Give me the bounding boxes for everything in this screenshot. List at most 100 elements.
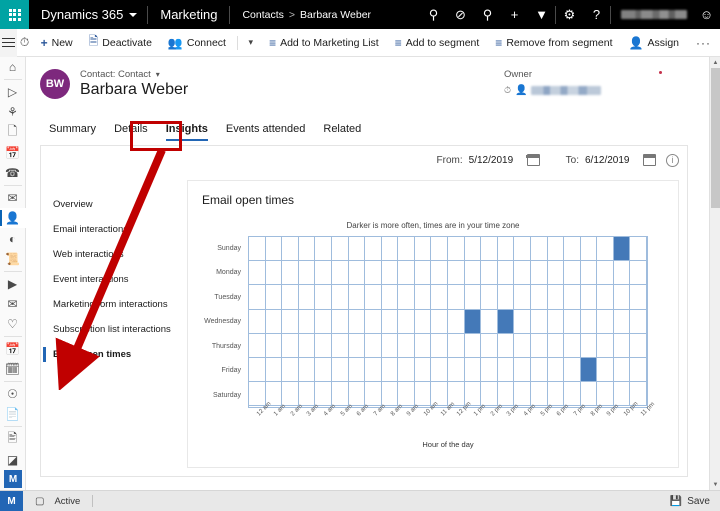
heatmap-cell[interactable] — [547, 237, 565, 262]
heatmap-cell[interactable] — [365, 358, 382, 383]
heatmap-cell[interactable] — [630, 309, 647, 334]
heatmap-cell[interactable] — [249, 333, 266, 359]
heatmap-cell[interactable] — [464, 237, 482, 262]
tab-summary[interactable]: Summary — [40, 117, 105, 142]
heatmap-cell[interactable] — [497, 382, 515, 407]
heatmap-cell[interactable] — [414, 309, 432, 334]
assign-button[interactable]: 👤 Assign — [621, 29, 687, 57]
calendar2-icon[interactable]: 🗓 — [0, 359, 26, 379]
heatmap-cell[interactable] — [431, 261, 448, 286]
heatmap-cell[interactable] — [597, 333, 614, 359]
heatmap-cell[interactable] — [315, 358, 332, 383]
heatmap-cell[interactable] — [464, 309, 482, 334]
lightbulb-icon[interactable]: ⚲ — [474, 0, 501, 29]
heatmap-cell[interactable] — [530, 237, 548, 262]
heatmap-cell[interactable] — [497, 333, 515, 359]
activity-icon[interactable]: ✉ — [0, 188, 26, 208]
heatmap-cell[interactable] — [497, 285, 515, 310]
heatmap-cell[interactable] — [282, 261, 299, 286]
heatmap-cell[interactable] — [249, 261, 266, 286]
record-type[interactable]: Contact: Contact ▾ — [80, 69, 160, 80]
connect-button[interactable]: 👥 Connect — [160, 29, 234, 57]
heatmap-cell[interactable] — [381, 333, 399, 359]
heatmap-cell[interactable] — [514, 285, 531, 310]
heatmap-cell[interactable] — [414, 382, 432, 407]
heatmap-cell[interactable] — [298, 358, 316, 383]
heatmap-cell[interactable] — [414, 261, 432, 286]
heatmap-cell[interactable] — [365, 285, 382, 310]
heatmap-cell[interactable] — [613, 382, 631, 407]
add-to-marketing-list-button[interactable]: ≡ Add to Marketing List — [261, 29, 387, 57]
heatmap-cell[interactable] — [481, 333, 498, 359]
sidebar-item-marketing-form-interactions[interactable]: Marketing form interactions — [41, 292, 183, 317]
breadcrumb-parent[interactable]: Contacts — [242, 9, 283, 21]
heatmap-cell[interactable] — [448, 285, 465, 310]
chevron-down-icon[interactable] — [129, 12, 138, 17]
heatmap-cell[interactable] — [564, 358, 581, 383]
heatmap-cell[interactable] — [580, 285, 598, 310]
app-name[interactable]: Marketing — [148, 7, 229, 22]
heatmap-cell[interactable] — [331, 261, 349, 286]
heatmap-cell[interactable] — [580, 261, 598, 286]
deactivate-button[interactable]: 🗎 Deactivate — [81, 29, 160, 57]
site-map-toggle-icon[interactable] — [0, 28, 17, 57]
heatmap-cell[interactable] — [514, 358, 531, 383]
scroll-down-arrow-icon[interactable]: ▼ — [710, 479, 720, 490]
heatmap-cell[interactable] — [282, 358, 299, 383]
heatmap-cell[interactable] — [481, 358, 498, 383]
heatmap-cell[interactable] — [481, 382, 498, 407]
heatmap-cell[interactable] — [348, 382, 366, 407]
heatmap-cell[interactable] — [381, 261, 399, 286]
heatmap-cell[interactable] — [398, 309, 415, 334]
heatmap-cell[interactable] — [398, 333, 415, 359]
calendar-icon[interactable] — [526, 154, 540, 166]
heatmap-cell[interactable] — [564, 237, 581, 262]
heatmap-cell[interactable] — [249, 358, 266, 383]
heatmap-cell[interactable] — [398, 358, 415, 383]
heatmap-cell[interactable] — [530, 333, 548, 359]
heatmap-cell[interactable] — [547, 261, 565, 286]
heatmap-cell[interactable] — [331, 285, 349, 310]
heatmap-cell[interactable] — [414, 358, 432, 383]
heatmap-cell[interactable] — [530, 261, 548, 286]
sidebar-item-contacts[interactable]: 👤 — [0, 208, 26, 229]
heatmap-cell[interactable] — [580, 358, 598, 383]
heatmap-cell[interactable] — [331, 382, 349, 407]
from-date-input[interactable]: 5/12/2019 — [469, 155, 521, 166]
heatmap-cell[interactable] — [331, 237, 349, 262]
heatmap-grid[interactable] — [248, 236, 648, 408]
heatmap-cell[interactable] — [282, 237, 299, 262]
heatmap-cell[interactable] — [597, 358, 614, 383]
heatmap-cell[interactable] — [365, 261, 382, 286]
save-button[interactable]: 💾 Save — [670, 496, 710, 507]
segments-icon[interactable]: ◐ — [0, 228, 26, 248]
heatmap-cell[interactable] — [597, 237, 614, 262]
heatmap-cell[interactable] — [249, 309, 266, 334]
heatmap-cell[interactable] — [381, 358, 399, 383]
heatmap-cell[interactable] — [282, 333, 299, 359]
heatmap-cell[interactable] — [315, 333, 332, 359]
heatmap-cell[interactable] — [514, 382, 531, 407]
file-icon[interactable]: 🗋 — [0, 122, 26, 143]
connect-chevron-down-icon[interactable]: ▾ — [241, 37, 262, 48]
heatmap-cell[interactable] — [348, 333, 366, 359]
help-icon[interactable]: ? — [583, 0, 610, 29]
heatmap-cell[interactable] — [564, 333, 581, 359]
heatmap-cell[interactable] — [431, 358, 448, 383]
heatmap-cell[interactable] — [580, 309, 598, 334]
heatmap-cell[interactable] — [348, 261, 366, 286]
heatmap-cell[interactable] — [381, 237, 399, 262]
calendar-icon[interactable]: 📅 — [0, 143, 26, 163]
heatmap-cell[interactable] — [547, 309, 565, 334]
search-icon[interactable]: ⚲ — [420, 0, 447, 29]
heatmap-cell[interactable] — [348, 358, 366, 383]
heatmap-cell[interactable] — [298, 285, 316, 310]
heatmap-cell[interactable] — [464, 261, 482, 286]
form-icon[interactable]: 📄 — [0, 404, 26, 424]
scrollbar-thumb[interactable] — [711, 68, 720, 208]
mail-icon[interactable]: ✉ — [0, 294, 26, 314]
heatmap-cell[interactable] — [249, 285, 266, 310]
scroll-up-arrow-icon[interactable]: ▲ — [710, 57, 720, 68]
sidebar-item-email-interactions[interactable]: Email interactions — [41, 217, 183, 242]
heatmap-cell[interactable] — [497, 358, 515, 383]
